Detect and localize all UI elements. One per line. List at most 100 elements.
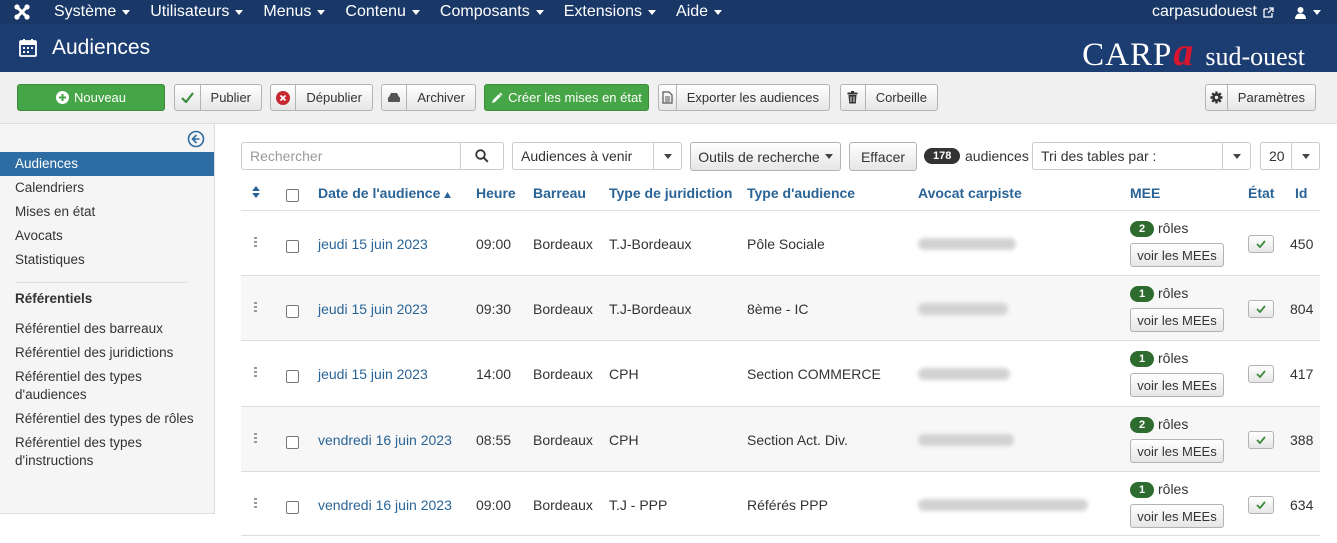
column-header-time[interactable]: Heure	[476, 185, 516, 201]
publish-button[interactable]: Publier	[174, 84, 262, 111]
row-checkbox[interactable]	[286, 501, 299, 514]
table-row: jeudi 15 juin 2023 14:00 Bordeaux CPH Se…	[241, 340, 1320, 405]
view-mee-button[interactable]: voir les MEEs	[1130, 439, 1224, 463]
hearing-time: 08:55	[476, 432, 512, 448]
search-input[interactable]: Rechercher	[242, 148, 460, 164]
collapse-sidebar-icon[interactable]	[187, 130, 205, 148]
hearing-date-link[interactable]: jeudi 15 juin 2023	[318, 301, 428, 317]
menu-contenu[interactable]: Contenu	[335, 3, 430, 21]
hearing-bar: Bordeaux	[533, 432, 593, 448]
sidebar-item-ref-types-instructions[interactable]: Référentiel des types d'instructions	[0, 434, 214, 470]
publish-button-label: Publier	[210, 90, 251, 105]
search-tools-label: Outils de recherche	[698, 148, 820, 165]
period-select[interactable]: Audiences à venir	[512, 142, 682, 170]
menu-label: Aide	[676, 3, 709, 20]
trash-button-label: Corbeille	[875, 90, 927, 105]
sidebar-item-calendriers[interactable]: Calendriers	[0, 179, 214, 197]
view-mee-button[interactable]: voir les MEEs	[1130, 504, 1224, 528]
select-all-checkbox[interactable]	[286, 189, 299, 202]
menu-composants[interactable]: Composants	[430, 3, 554, 21]
row-checkbox[interactable]	[286, 305, 299, 318]
hearing-date-link[interactable]: jeudi 15 juin 2023	[318, 236, 428, 252]
menu-systeme[interactable]: Système	[44, 3, 140, 21]
published-toggle[interactable]	[1248, 235, 1274, 253]
search-button[interactable]	[460, 143, 503, 169]
ordering-sort-icon[interactable]	[252, 186, 260, 198]
hearing-date-link[interactable]: jeudi 15 juin 2023	[318, 366, 428, 382]
search-tools-button[interactable]: Outils de recherche	[690, 142, 841, 171]
create-mee-button[interactable]: Créer les mises en état	[484, 84, 649, 111]
menu-extensions[interactable]: Extensions	[554, 3, 666, 21]
calendar-icon	[19, 39, 37, 57]
user-icon	[1295, 6, 1306, 19]
hearing-time: 09:00	[476, 497, 512, 513]
export-button-label: Exporter les audiences	[686, 90, 819, 105]
row-checkbox[interactable]	[286, 240, 299, 253]
unpublish-button[interactable]: Dépublier	[270, 84, 373, 111]
published-toggle[interactable]	[1248, 496, 1274, 514]
column-header-mee[interactable]: MEE	[1130, 185, 1160, 201]
column-header-hearing-type[interactable]: Type d'audience	[747, 185, 855, 201]
column-header-date[interactable]: Date de l'audience	[318, 185, 452, 201]
menu-label: Contenu	[345, 3, 406, 20]
roles-count-badge: 2	[1130, 221, 1154, 237]
limit-select[interactable]: 20	[1260, 142, 1320, 170]
hearing-date-link[interactable]: vendredi 16 juin 2023	[318, 497, 452, 513]
chevron-down-icon	[122, 9, 131, 15]
view-mee-button[interactable]: voir les MEEs	[1130, 308, 1224, 332]
clear-button[interactable]: Effacer	[849, 142, 917, 171]
drag-handle-icon[interactable]	[254, 498, 257, 510]
joomla-logo-icon[interactable]	[0, 3, 44, 21]
sort-select[interactable]: Tri des tables par :	[1032, 142, 1251, 170]
gear-icon	[1206, 85, 1228, 110]
sidebar-item-mises-en-etat[interactable]: Mises en état	[0, 203, 214, 221]
roles-count-badge: 1	[1130, 351, 1154, 367]
column-header-state[interactable]: État	[1248, 185, 1274, 201]
site-link[interactable]: carpasudouest	[1142, 3, 1284, 21]
check-icon	[1256, 501, 1266, 509]
menu-label: Composants	[439, 3, 530, 20]
sort-asc-icon	[444, 192, 452, 198]
column-header-lawyer[interactable]: Avocat carpiste	[918, 185, 1022, 201]
menu-label: Extensions	[563, 3, 643, 20]
sidebar-item-avocats[interactable]: Avocats	[0, 227, 214, 245]
hearing-jurisdiction: CPH	[609, 432, 639, 448]
menu-utilisateurs[interactable]: Utilisateurs	[140, 3, 253, 21]
sidebar: Audiences Calendriers Mises en état Avoc…	[0, 124, 215, 514]
published-toggle[interactable]	[1248, 300, 1274, 318]
sidebar-item-ref-types-roles[interactable]: Référentiel des types de rôles	[0, 410, 214, 428]
menu-aide[interactable]: Aide	[666, 3, 732, 21]
row-checkbox[interactable]	[286, 370, 299, 383]
sidebar-item-ref-juridictions[interactable]: Référentiel des juridictions	[0, 344, 214, 362]
options-button[interactable]: Paramètres	[1205, 84, 1316, 111]
sidebar-item-statistiques[interactable]: Statistiques	[0, 251, 214, 269]
drag-handle-icon[interactable]	[254, 237, 257, 249]
column-header-jurisdiction[interactable]: Type de juridiction	[609, 185, 732, 201]
page-title: Audiences	[52, 36, 151, 59]
view-mee-button[interactable]: voir les MEEs	[1130, 373, 1224, 397]
view-mee-button[interactable]: voir les MEEs	[1130, 243, 1224, 267]
published-toggle[interactable]	[1248, 431, 1274, 449]
hearing-date-link[interactable]: vendredi 16 juin 2023	[318, 432, 452, 448]
published-toggle[interactable]	[1248, 365, 1274, 383]
drag-handle-icon[interactable]	[254, 302, 257, 314]
export-button[interactable]: Exporter les audiences	[658, 84, 830, 111]
sidebar-item-label: Référentiel des types	[15, 369, 142, 384]
archive-button[interactable]: Archiver	[381, 84, 476, 111]
column-header-bar[interactable]: Barreau	[533, 185, 586, 201]
total-count-badge: 178	[924, 148, 961, 164]
sidebar-item-audiences[interactable]: Audiences	[0, 152, 214, 176]
hearing-jurisdiction: T.J-Bordeaux	[609, 236, 692, 252]
sidebar-item-ref-barreaux[interactable]: Référentiel des barreaux	[0, 320, 214, 338]
user-menu[interactable]	[1284, 6, 1337, 19]
trash-button[interactable]: Corbeille	[840, 84, 938, 111]
sidebar-item-ref-types-audiences[interactable]: Référentiel des types d'audiences	[0, 368, 214, 404]
drag-handle-icon[interactable]	[254, 433, 257, 445]
new-button[interactable]: Nouveau	[17, 84, 165, 111]
sidebar-divider	[15, 282, 187, 283]
drag-handle-icon[interactable]	[254, 367, 257, 379]
column-header-id[interactable]: Id	[1295, 185, 1307, 201]
row-checkbox[interactable]	[286, 436, 299, 449]
hearing-time: 09:00	[476, 236, 512, 252]
menu-menus[interactable]: Menus	[253, 3, 335, 21]
